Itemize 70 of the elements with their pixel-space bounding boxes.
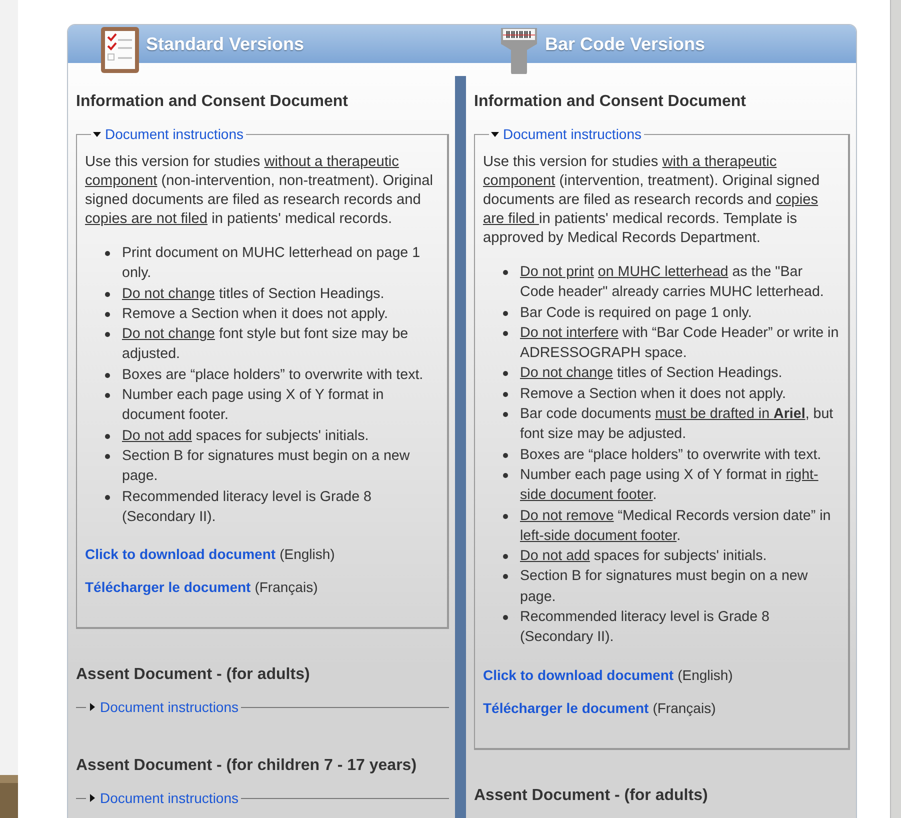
instruction-item: Recommended literacy level is Grade 8 (Secondary II). — [122, 488, 373, 527]
disclosure-triangle-icon — [88, 794, 96, 802]
language-note: (Français) — [652, 700, 716, 716]
disclosure-triangle-icon — [88, 703, 96, 712]
instruction-item: Boxes are “place holders” to overwrite with text. — [520, 446, 822, 465]
bullet-dot — [503, 392, 508, 397]
barcode-scanner-icon — [499, 26, 539, 74]
bullet-dot — [105, 332, 110, 338]
disclosure-triangle-icon — [93, 130, 101, 138]
section-heading: Assent Document - (for adults) — [474, 786, 709, 806]
instructions-toggle[interactable]: Document instructions — [88, 790, 239, 806]
download-link[interactable]: Télécharger le document — [483, 700, 649, 716]
instructions-toggle[interactable]: Document instructions — [88, 699, 239, 716]
instructions-toggle[interactable]: Document instructions — [491, 126, 642, 142]
instruction-item: Remove a Section when it does not apply. — [520, 384, 787, 404]
instruction-item: Do not interfere with “Bar Code Header” or write in ADRESSOGRAPH space. — [520, 324, 840, 364]
instruction-item: Section B for signatures must begin on a new page. — [122, 446, 411, 486]
download-link[interactable]: Click to download document — [483, 666, 674, 683]
bullet-dot — [503, 270, 508, 275]
instruction-item: Do not remove “Medical Records version date” in left-side document footer. — [520, 506, 832, 546]
section-heading: Information and Consent Document — [474, 92, 747, 112]
section-heading: Assent Document - (for adults) — [76, 665, 311, 686]
bullet-dot — [503, 554, 508, 560]
bullet-dot — [503, 472, 508, 478]
bullet-dot — [503, 514, 508, 519]
bullet-dot — [105, 393, 110, 398]
bullet-dot — [105, 454, 110, 459]
bullet-dot — [105, 434, 110, 439]
checklist-icon — [100, 26, 140, 74]
bullet-dot — [503, 574, 508, 580]
instructions-text: Use this version for studies without a therapeutic component (non-intervention, non-treatment). Original signed documents are filed as research records and copies are not filed in patients' medical records. — [85, 153, 434, 229]
page-edge-decoration — [0, 775, 18, 818]
instructions-text: Use this version for studies with a therapeutic component (intervention, treatment). Original signed documents are filed as research records and copies are filed in patients' medical records. Template is approved by Medical Records Department. — [483, 153, 821, 248]
instruction-item: Bar Code is required on page 1 only. — [520, 304, 753, 323]
bullet-dot — [105, 251, 110, 256]
bullet-dot — [503, 452, 508, 458]
column-title: Bar Code Versions — [545, 34, 706, 55]
instruction-item: Number each page using X of Y format in right-side document footer. — [520, 466, 820, 506]
section-heading: Information and Consent Document — [76, 92, 349, 112]
instruction-item: Section B for signatures must begin on a new page. — [520, 567, 809, 607]
disclosure-triangle-icon — [491, 130, 499, 138]
instruction-item: Do not change font style but font size may be adjusted. — [122, 325, 410, 364]
bullet-dot — [503, 412, 508, 418]
instruction-item: Recommended literacy level is Grade 8 (Secondary II). — [520, 608, 771, 648]
bullet-dot — [503, 615, 508, 620]
bullet-dot — [503, 310, 508, 316]
instruction-item: Boxes are “place holders” to overwrite with text. — [122, 366, 424, 385]
section-heading: Assent Document - (for children 7 - 17 years) — [76, 756, 418, 776]
instruction-item: Number each page using X of Y format in document footer. — [122, 386, 385, 426]
column-title: Standard Versions — [146, 34, 304, 55]
language-note: (English) — [678, 666, 733, 683]
instruction-item: Do not change titles of Section Headings. — [122, 284, 386, 304]
bullet-dot — [105, 372, 110, 378]
instruction-item: Bar code documents must be drafted in Ariel, but font size may be adjusted. — [520, 405, 834, 444]
download-link[interactable]: Télécharger le document — [85, 579, 251, 596]
instructions-toggle[interactable]: Document instructions — [93, 126, 244, 142]
bullet-dot — [503, 330, 508, 336]
instruction-item: Do not change titles of Section Headings. — [520, 364, 784, 384]
bullet-dot — [105, 494, 110, 500]
instruction-item: Do not add spaces for subjects' initials. — [122, 426, 370, 446]
bullet-dot — [503, 371, 508, 376]
instruction-item: Remove a Section when it does not apply. — [122, 304, 389, 324]
language-note: (Français) — [254, 579, 318, 596]
instruction-item: Do not print on MUHC letterhead as the "Bar Code header" already carries MUHC letterhead. — [520, 263, 825, 302]
instruction-item: Print document on MUHC letterhead on page 1 only. — [122, 244, 422, 284]
instruction-item: Do not add spaces for subjects' initials. — [520, 547, 768, 566]
language-note: (English) — [280, 546, 335, 562]
bullet-dot — [105, 312, 110, 317]
download-link[interactable]: Click to download document — [85, 546, 276, 562]
bullet-dot — [105, 292, 110, 297]
